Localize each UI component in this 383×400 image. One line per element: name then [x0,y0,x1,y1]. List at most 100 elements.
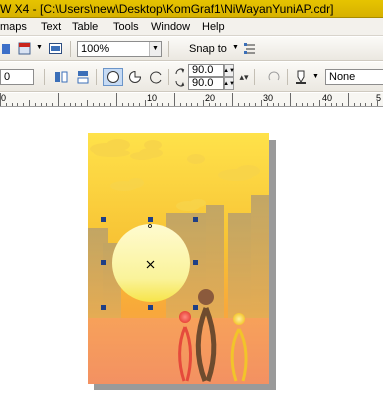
ellipse-mode-button[interactable] [103,68,123,86]
ruler-label: 10 [147,93,158,103]
outline-width-value: None [329,71,356,83]
horizontal-ruler: 0 10 20 30 40 5 [0,93,383,107]
snap-to-button[interactable]: Snap to [189,43,227,55]
zoom-level-combo[interactable]: 100% ▼ [77,41,162,57]
start-angle-field[interactable]: 90.0 [188,64,224,77]
spinner-arrows-icon[interactable]: ▴▾ [239,69,249,85]
menu-bitmaps[interactable]: maps [0,21,27,33]
ruler-tick [336,103,337,106]
ruler-tick [244,103,245,106]
start-angle-value: 90.0 [192,64,214,76]
artwork [88,139,269,384]
ruler-tick [75,103,76,106]
ruler-tick [93,103,94,106]
menu-text[interactable]: Text [41,21,61,33]
start-angle-icon [173,65,187,77]
ruler-tick [371,103,372,106]
ruler-tick [331,103,332,106]
ruler-label: 30 [263,93,274,103]
ruler-tick [203,100,204,106]
standard-toolbar: ▼ 100% ▼ Snap to ▼ [0,37,383,61]
ruler-tick [238,103,239,106]
publish-dropdown-icon[interactable]: ▼ [36,44,43,51]
menu-table[interactable]: Table [72,21,98,33]
drawing-page[interactable] [88,133,269,384]
ruler-tick [122,103,123,106]
publish-pdf-icon[interactable] [16,41,34,57]
zoom-level-value: 100% [81,43,110,55]
ruler-tick [348,93,349,106]
ruler-tick [116,93,117,106]
ruler-tick [139,103,140,106]
ruler-tick [168,103,169,106]
ruler-tick [35,103,36,106]
ruler-tick [296,103,297,106]
arc-mode-button[interactable] [147,68,165,86]
ruler-tick [162,103,163,106]
end-angle-field[interactable]: 90.0 [188,77,224,90]
outline-width-combo[interactable]: None [325,69,383,85]
moon-ellipse[interactable] [112,224,190,302]
ruler-tick [209,103,210,106]
chevron-down-icon[interactable]: ▼ [149,42,161,56]
outline-pen-icon[interactable] [292,69,310,85]
ruler-tick [215,103,216,106]
ruler-tick [278,103,279,106]
ruler-tick [87,100,88,106]
mirror-horizontal-icon[interactable] [52,69,70,85]
menu-tools[interactable]: Tools [113,21,139,33]
ruler-tick [255,103,256,106]
pie-mode-button[interactable] [126,68,144,86]
menu-help[interactable]: Help [202,21,225,33]
ruler-tick [41,103,42,106]
import-icon[interactable] [0,41,12,57]
ruler-label: 20 [205,93,216,103]
ruler-tick [191,103,192,106]
ruler-tick [133,103,134,106]
ruler-tick [186,103,187,106]
window-title: W X4 - [C:\Users\new\Desktop\KomGraf1\Ni… [0,2,334,16]
ruler-tick [325,103,326,106]
snap-dropdown-icon[interactable]: ▼ [232,44,239,51]
ruler-label: 40 [322,93,333,103]
outline-dropdown-icon[interactable]: ▼ [312,73,319,80]
ruler-tick [226,103,227,106]
ruler-tick [284,103,285,106]
ruler-tick [23,103,24,106]
ruler-tick [157,103,158,106]
clouds [90,139,260,211]
ruler-tick [220,103,221,106]
ruler-tick [70,103,71,106]
ruler-tick [365,103,366,106]
object-size-value: 0 [4,71,11,83]
ruler-tick [360,103,361,106]
property-bar: 0 90.0 ▲▼ 90.0 ▲▼ ▴▾ ▼ None [0,62,383,92]
ruler-tick [307,103,308,106]
ruler-tick [81,103,82,106]
ruler-label: 0 [1,93,7,103]
direction-icon[interactable] [266,69,282,85]
ruler-tick [302,103,303,106]
ruler-tick [64,103,65,106]
ruler-tick [342,103,343,106]
end-angle-spinner[interactable]: ▲▼ [223,77,235,90]
application-launcher-icon[interactable] [47,41,65,57]
mirror-vertical-icon[interactable] [74,69,92,85]
object-size-field[interactable]: 0 [0,69,34,85]
ruler-tick [6,103,7,106]
ruler-tick [232,93,233,106]
options-icon[interactable] [242,41,258,57]
ruler-tick [267,103,268,106]
ruler-tick [12,103,13,106]
arc-icon [150,71,162,84]
pie-icon [129,70,142,83]
ruler-tick [128,103,129,106]
start-angle-spinner[interactable]: ▲▼ [223,64,235,77]
menu-window[interactable]: Window [151,21,190,33]
ruler-tick [377,100,378,106]
ruler-tick [145,100,146,106]
title-bar: W X4 - [C:\Users\new\Desktop\KomGraf1\Ni… [0,0,383,18]
ruler-tick [99,103,100,106]
ruler-tick [0,93,1,106]
ruler-tick [313,103,314,106]
